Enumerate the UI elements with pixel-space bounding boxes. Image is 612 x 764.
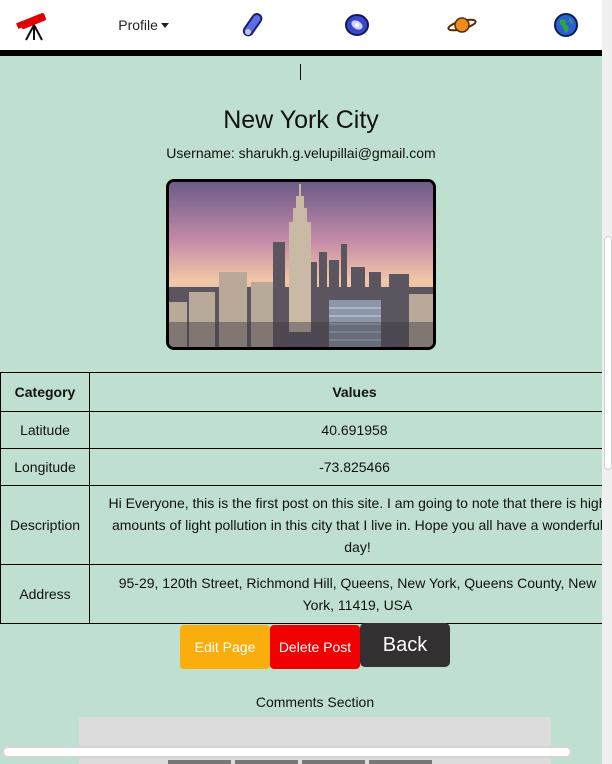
city-skyline-photo bbox=[166, 179, 436, 350]
comment-thumbnail[interactable] bbox=[235, 760, 298, 764]
table-row: Latitude 40.691958 bbox=[0, 411, 612, 449]
comments-section-label: Comments Section bbox=[255, 694, 375, 710]
comet-icon[interactable] bbox=[233, 5, 273, 45]
back-button[interactable]: Back bbox=[360, 623, 450, 667]
category-cell: Longitude bbox=[0, 448, 90, 486]
horizontal-scrollbar[interactable] bbox=[2, 746, 572, 758]
value-cell: -73.825466 bbox=[89, 448, 612, 486]
text-cursor bbox=[300, 64, 301, 80]
category-cell: Latitude bbox=[0, 411, 90, 449]
comment-thumbnail[interactable] bbox=[302, 760, 365, 764]
category-cell: Description bbox=[0, 485, 90, 565]
vertical-scrollbar-thumb[interactable] bbox=[604, 236, 612, 470]
edit-page-button[interactable]: Edit Page bbox=[180, 625, 270, 669]
header-values: Values bbox=[89, 372, 612, 412]
value-cell: 40.691958 bbox=[89, 411, 612, 449]
delete-post-button[interactable]: Delete Post bbox=[270, 625, 360, 669]
table-row: Longitude -73.825466 bbox=[0, 448, 612, 486]
page-title: New York City bbox=[223, 106, 379, 134]
table-header-row: Category Values bbox=[0, 372, 612, 412]
planet-icon[interactable] bbox=[442, 5, 482, 45]
globe-icon[interactable] bbox=[546, 5, 586, 45]
category-cell: Address bbox=[0, 564, 90, 624]
comment-thumbnail[interactable] bbox=[168, 760, 231, 764]
top-navbar: Profile bbox=[0, 0, 602, 56]
telescope-icon[interactable] bbox=[14, 5, 54, 45]
profile-label: Profile bbox=[118, 17, 158, 33]
caret-down-icon bbox=[160, 23, 169, 28]
value-cell: 95-29, 120th Street, Richmond Hill, Quee… bbox=[89, 564, 612, 624]
username-text: Username: sharukh.g.velupillai@gmail.com bbox=[166, 145, 436, 161]
galaxy-icon[interactable] bbox=[337, 5, 377, 45]
header-category: Category bbox=[0, 372, 90, 412]
comment-thumbnail[interactable] bbox=[369, 760, 432, 764]
profile-dropdown[interactable]: Profile bbox=[118, 17, 169, 33]
info-table: Category Values Latitude 40.691958 Longi… bbox=[0, 372, 612, 624]
comment-thumbnails bbox=[168, 760, 432, 764]
table-row: Description Hi Everyone, this is the fir… bbox=[0, 485, 612, 565]
value-cell: Hi Everyone, this is the first post on t… bbox=[89, 485, 612, 565]
table-row: Address 95-29, 120th Street, Richmond Hi… bbox=[0, 564, 612, 624]
